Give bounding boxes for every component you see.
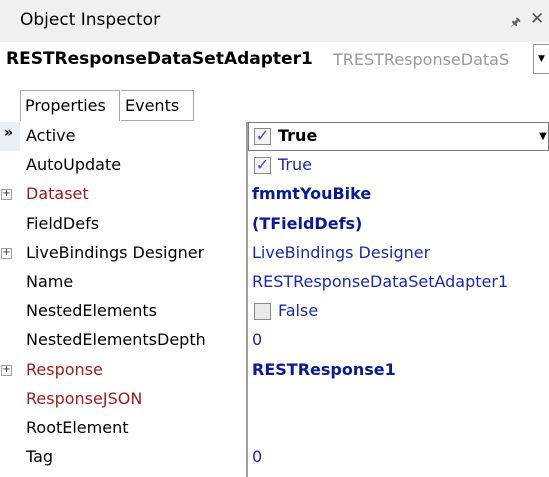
- property-name: Response: [26, 359, 103, 379]
- property-name: NestedElements: [26, 301, 157, 321]
- object-selector[interactable]: RESTResponseDataSetAdapter1 TRESTRespons…: [0, 42, 549, 78]
- selected-object-type: TRESTResponseDataS: [333, 50, 510, 69]
- window-title: Object Inspector: [20, 10, 161, 30]
- property-name: Dataset: [26, 184, 89, 204]
- property-row-name[interactable]: Name RESTResponseDataSetAdapter1: [0, 268, 549, 297]
- value-dropdown-button[interactable]: ▼: [537, 123, 549, 150]
- property-row-active[interactable]: » ▼ Active ✓ True: [0, 122, 549, 151]
- tab-properties[interactable]: Properties: [20, 90, 120, 121]
- expand-plus-icon[interactable]: +: [1, 247, 12, 259]
- close-icon[interactable]: ✕: [530, 9, 544, 29]
- property-name: LiveBindings Designer: [26, 242, 205, 262]
- property-value[interactable]: RESTResponseDataSetAdapter1: [252, 272, 508, 291]
- checked-checkbox[interactable]: ✓: [254, 157, 271, 175]
- property-name: Tag: [26, 447, 54, 467]
- property-row-tag[interactable]: Tag 0: [0, 443, 549, 472]
- property-name: AutoUpdate: [26, 155, 122, 175]
- property-row-fielddefs[interactable]: FieldDefs (TFieldDefs): [0, 210, 549, 239]
- property-name: Name: [26, 272, 74, 291]
- property-value[interactable]: 0: [252, 330, 262, 349]
- property-row-responsejson[interactable]: ResponseJSON: [0, 385, 549, 414]
- pin-icon[interactable]: 🖈︎: [510, 13, 521, 34]
- property-value[interactable]: RESTResponse1: [252, 360, 396, 379]
- property-row-response[interactable]: + Response RESTResponse1: [0, 356, 549, 385]
- tab-properties-label: Properties: [25, 96, 106, 115]
- property-value[interactable]: 0: [252, 447, 262, 466]
- tab-events[interactable]: Events: [121, 90, 194, 121]
- expand-plus-icon[interactable]: +: [1, 364, 12, 376]
- property-value[interactable]: True: [278, 155, 312, 174]
- current-row-marker-icon: »: [4, 125, 14, 141]
- inspector-tabs: Properties Events: [0, 90, 549, 122]
- property-value[interactable]: LiveBindings Designer: [252, 243, 430, 262]
- property-value[interactable]: (TFieldDefs): [252, 214, 362, 233]
- object-inspector-titlebar: Object Inspector 🖈︎ ✕: [0, 0, 549, 42]
- property-value[interactable]: fmmtYouBike: [252, 184, 371, 203]
- property-row-rootelement[interactable]: RootElement: [0, 414, 549, 443]
- property-row-livebindings-designer[interactable]: + LiveBindings Designer LiveBindings Desig…: [0, 239, 549, 268]
- column-splitter[interactable]: [246, 122, 248, 477]
- tab-events-label: Events: [125, 96, 180, 115]
- property-row-nestedelements[interactable]: NestedElements ✓ False: [0, 297, 549, 326]
- property-row-autoupdate[interactable]: AutoUpdate ✓ True: [0, 151, 549, 180]
- object-selector-dropdown-button[interactable]: ▼: [533, 44, 549, 74]
- property-row-nestedelementsdepth[interactable]: NestedElementsDepth 0: [0, 326, 549, 355]
- property-row-dataset[interactable]: + Dataset fmmtYouBike: [0, 180, 549, 209]
- property-name: Active: [26, 126, 76, 145]
- property-name: RootElement: [26, 418, 129, 437]
- property-value[interactable]: True: [278, 126, 317, 145]
- checked-checkbox[interactable]: ✓: [254, 128, 271, 145]
- property-name: FieldDefs: [26, 213, 100, 233]
- selected-object-name: RESTResponseDataSetAdapter1: [6, 49, 313, 69]
- expand-plus-icon[interactable]: +: [1, 189, 12, 201]
- property-name: NestedElementsDepth: [26, 330, 206, 350]
- property-name: ResponseJSON: [26, 388, 143, 408]
- spacer: [0, 78, 549, 90]
- unchecked-checkbox[interactable]: ✓: [254, 303, 271, 321]
- property-value[interactable]: False: [278, 301, 318, 320]
- property-grid: » ▼ Active ✓ True AutoUpdate ✓ True + Dataset fmmt…: [0, 122, 549, 477]
